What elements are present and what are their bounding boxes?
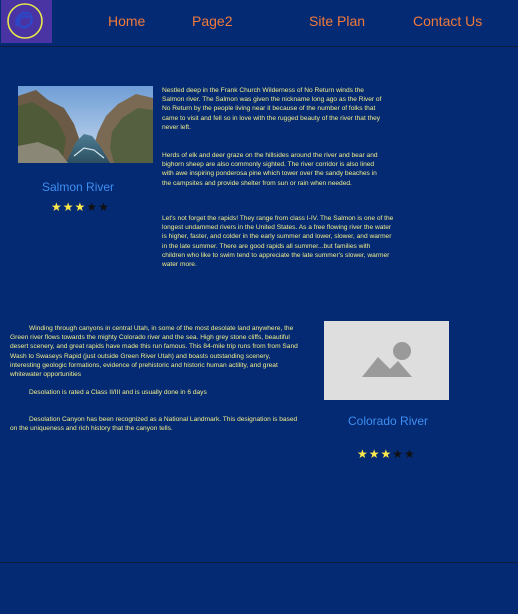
salmon-river-photo [18,86,153,163]
rating-star-icon: ★ [404,447,416,461]
rating-star-icon: ★ [62,200,75,214]
nav-contact-us[interactable]: Contact Us [413,13,482,29]
nav-home[interactable]: Home [108,13,145,29]
salmon-paragraph-3: Let's not forget the rapids! They range … [162,215,394,269]
image-placeholder [324,321,449,400]
rating-star-icon: ★ [357,447,369,461]
nav-page2[interactable]: Page2 [192,13,232,29]
rating-star-icon: ★ [368,447,381,461]
colorado-paragraph-1: Winding through canyons in central Utah,… [10,325,298,379]
rating-star-icon: ★ [380,447,393,461]
image-placeholder-icon [362,342,412,377]
rating-star-icon: ★ [86,200,99,214]
footer-divider [0,562,518,563]
logo-mark [7,3,43,39]
rating-star-icon: ★ [51,200,63,214]
colorado-river-title: Colorado River [348,414,429,428]
colorado-paragraph-3: Desolation Canyon has been recognized as… [10,416,298,433]
rating-star-icon: ★ [74,200,87,214]
nav-site-plan[interactable]: Site Plan [309,13,365,29]
site-header: Home Page2 Site Plan Contact Us [0,0,518,47]
salmon-rating: ★★★★★ [51,200,110,214]
colorado-paragraph-2: Desolation is rated a Class II/III and i… [29,389,207,396]
rating-star-icon: ★ [392,447,405,461]
salmon-paragraph-1: Nestled deep in the Frank Church Wildern… [162,87,382,131]
colorado-rating: ★★★★★ [357,447,416,461]
salmon-paragraph-2: Herds of elk and deer graze on the hills… [162,152,378,187]
rating-star-icon: ★ [98,200,110,214]
site-logo[interactable] [1,0,52,43]
salmon-river-title: Salmon River [42,180,115,194]
